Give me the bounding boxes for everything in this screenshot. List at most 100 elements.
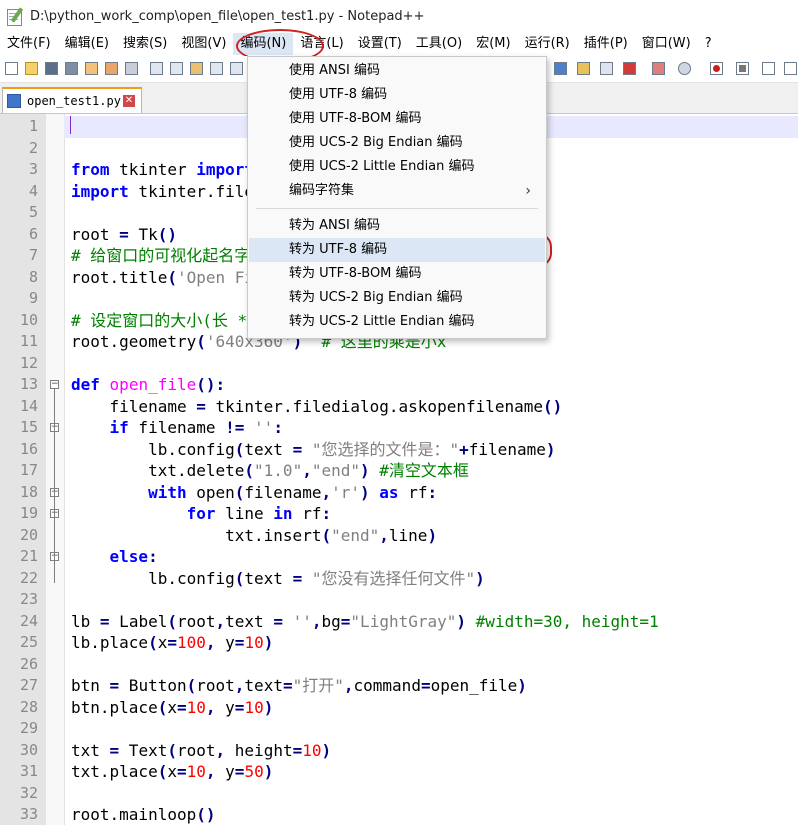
code-line[interactable]: with open(filename,'r') as rf: <box>64 482 798 504</box>
menu-window[interactable]: 窗口(W) <box>635 33 698 55</box>
save-icon[interactable] <box>43 60 60 77</box>
record-macro-icon[interactable] <box>708 60 725 77</box>
print-icon[interactable] <box>123 60 140 77</box>
code-line[interactable]: lb.config(text = "您没有选择任何文件") <box>64 568 798 590</box>
menu-language[interactable]: 语言(L) <box>293 33 350 55</box>
code-line[interactable] <box>64 353 798 375</box>
code-line[interactable]: txt.insert("end",line) <box>64 525 798 547</box>
code-line[interactable] <box>64 783 798 805</box>
stop-macro-icon[interactable] <box>734 60 751 77</box>
show-all-chars-icon[interactable] <box>575 60 592 77</box>
cut-icon[interactable] <box>148 60 165 77</box>
menu-item-convert-utf8-bom[interactable]: 转为 UTF-8-BOM 编码 <box>249 262 545 286</box>
redo-icon[interactable] <box>228 60 245 77</box>
line-number: 8 <box>28 267 38 286</box>
code-line[interactable] <box>64 589 798 611</box>
fold-margin[interactable]: −−−−− <box>46 114 65 825</box>
tab-close-icon[interactable]: ✕ <box>122 95 135 107</box>
menu-item-convert-ucs2-be[interactable]: 转为 UCS-2 Big Endian 编码 <box>249 286 545 310</box>
code-line-text: filename = tkinter.filedialog.askopenfil… <box>71 396 563 416</box>
code-line[interactable]: lb = Label(root,text = '',bg="LightGray"… <box>64 611 798 633</box>
close-all-icon[interactable] <box>103 60 120 77</box>
code-line-text: lb.config(text = "您选择的文件是："+filename) <box>71 439 556 459</box>
code-line[interactable]: txt.delete("1.0","end") #清空文本框 <box>64 460 798 482</box>
fold-toggle-icon[interactable]: − <box>50 380 59 389</box>
menu-item-use-ansi[interactable]: 使用 ANSI 编码 <box>249 59 545 83</box>
code-line-text: else: <box>109 547 158 566</box>
code-line[interactable]: txt.place(x=10, y=50) <box>64 761 798 783</box>
code-line[interactable]: def open_file(): <box>64 374 798 396</box>
code-line[interactable] <box>64 654 798 676</box>
code-line[interactable]: else: <box>64 546 798 568</box>
menu-item-convert-utf8[interactable]: 转为 UTF-8 编码 <box>249 238 545 262</box>
line-number: 3 <box>28 160 38 178</box>
run-macro-multiple-icon[interactable] <box>782 60 798 77</box>
menu-macro[interactable]: 宏(M) <box>469 33 517 55</box>
line-number: 6 <box>28 224 38 243</box>
tab-label: open_test1.py <box>27 94 121 108</box>
menu-item-use-ucs2-be[interactable]: 使用 UCS-2 Big Endian 编码 <box>249 131 545 155</box>
copy-icon[interactable] <box>168 60 185 77</box>
menu-edit[interactable]: 编辑(E) <box>58 33 116 55</box>
save-all-icon[interactable] <box>63 60 80 77</box>
new-file-icon[interactable] <box>3 60 20 77</box>
menu-plugins[interactable]: 插件(P) <box>577 33 635 55</box>
menu-file[interactable]: 文件(F) <box>0 33 58 55</box>
line-number: 1 <box>28 117 38 135</box>
code-line[interactable]: lb.place(x=100, y=10) <box>64 632 798 654</box>
menu-tools[interactable]: 工具(O) <box>409 33 469 55</box>
monitor-icon[interactable] <box>676 60 693 77</box>
code-line-text: for line in rf: <box>186 504 332 523</box>
close-file-icon[interactable] <box>83 60 100 77</box>
menu-item-use-ucs2-le[interactable]: 使用 UCS-2 Little Endian 编码 <box>249 155 545 179</box>
line-number: 30 <box>19 740 38 759</box>
menu-view[interactable]: 视图(V) <box>174 33 233 55</box>
code-line[interactable] <box>64 718 798 740</box>
line-number: 27 <box>19 676 38 694</box>
paste-icon[interactable] <box>188 60 205 77</box>
code-line-text: root.mainloop() <box>71 805 216 824</box>
code-line-text: txt.place(x=10, y=50) <box>71 762 274 781</box>
menu-run[interactable]: 运行(R) <box>518 33 577 55</box>
menu-item-convert-ansi[interactable]: 转为 ANSI 编码 <box>249 214 545 238</box>
line-number: 23 <box>19 590 38 608</box>
undo-icon[interactable] <box>208 60 225 77</box>
line-number: 26 <box>19 654 38 673</box>
code-line[interactable]: for line in rf: <box>64 503 798 525</box>
code-line[interactable]: lb.config(text = "您选择的文件是："+filename) <box>64 439 798 461</box>
title-bar: D:\python_work_comp\open_file\open_test1… <box>0 0 798 32</box>
line-number: 4 <box>28 181 38 200</box>
line-number: 31 <box>19 762 38 780</box>
indent-guide-icon[interactable] <box>598 60 615 77</box>
folder-workspace-icon[interactable] <box>650 60 667 77</box>
code-line-text: lb.place(x=100, y=10) <box>71 633 274 652</box>
line-number: 5 <box>28 203 38 221</box>
code-line[interactable]: btn = Button(root,text="打开",command=open… <box>64 675 798 697</box>
menu-settings[interactable]: 设置(T) <box>351 33 409 55</box>
menu-encoding[interactable]: 编码(N) <box>233 33 294 55</box>
wrap-icon[interactable] <box>552 60 569 77</box>
play-macro-icon[interactable] <box>760 60 777 77</box>
code-line-text: lb = Label(root,text = '',bg="LightGray"… <box>71 611 659 631</box>
menu-item-convert-ucs2-le[interactable]: 转为 UCS-2 Little Endian 编码 <box>249 310 545 334</box>
menu-item-use-utf8-bom[interactable]: 使用 UTF-8-BOM 编码 <box>249 107 545 131</box>
line-number: 9 <box>28 289 38 307</box>
tab-open-test1[interactable]: open_test1.py ✕ <box>2 87 142 113</box>
code-line[interactable]: if filename != '': <box>64 417 798 439</box>
open-file-icon[interactable] <box>23 60 40 77</box>
code-line-text: with open(filename,'r') as rf: <box>148 482 438 502</box>
line-number: 10 <box>19 310 38 329</box>
code-line-text: btn = Button(root,text="打开",command=open… <box>71 676 527 695</box>
code-line[interactable]: filename = tkinter.filedialog.askopenfil… <box>64 396 798 418</box>
line-number: 29 <box>19 719 38 737</box>
menu-item-charset[interactable]: 编码字符集 › <box>249 179 545 203</box>
line-number: 15 <box>19 418 38 436</box>
function-list-icon[interactable] <box>621 60 638 77</box>
menu-search[interactable]: 搜索(S) <box>116 33 174 55</box>
code-line[interactable]: btn.place(x=10, y=10) <box>64 697 798 719</box>
line-number: 22 <box>19 568 38 587</box>
menu-help[interactable]: ? <box>698 33 719 55</box>
code-line[interactable]: root.mainloop() <box>64 804 798 826</box>
menu-item-use-utf8[interactable]: 使用 UTF-8 编码 <box>249 83 545 107</box>
code-line[interactable]: txt = Text(root, height=10) <box>64 740 798 762</box>
